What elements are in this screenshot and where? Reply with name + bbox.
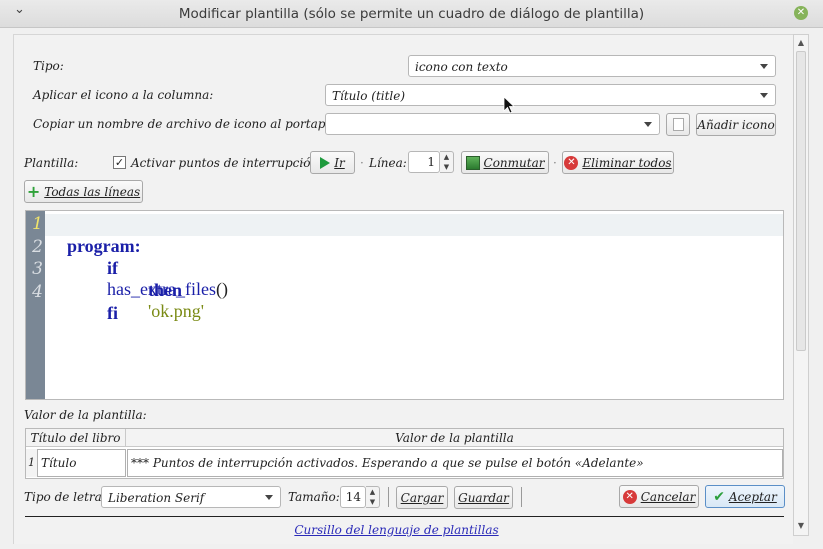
size-label: Tamaño: xyxy=(288,490,340,504)
mouse-cursor-icon xyxy=(503,96,515,114)
load-label: Cargar xyxy=(400,490,444,505)
font-label: Tipo de letra: xyxy=(24,490,106,504)
all-lines-label: Todas las líneas xyxy=(44,184,141,199)
tutorial-link[interactable]: Cursillo del lenguaje de plantillas xyxy=(294,523,498,537)
plantilla-label: Plantilla: xyxy=(24,156,79,170)
font-value: Liberation Serif xyxy=(108,491,205,505)
line-number-input[interactable]: 1 xyxy=(408,151,440,173)
tutorial-link-row: Cursillo del lenguaje de plantillas xyxy=(0,523,793,539)
code-keyword: if xyxy=(107,258,118,278)
tipo-label: Tipo: xyxy=(33,59,64,73)
separator-dot: · xyxy=(301,156,305,170)
row-book-title-cell[interactable]: Título xyxy=(37,449,126,477)
copy-to-clipboard-button[interactable] xyxy=(666,113,690,136)
cancel-label: Cancelar xyxy=(640,489,696,504)
template-values-table: Título del libro Valor de la plantilla 1… xyxy=(25,428,784,479)
play-icon xyxy=(320,156,331,169)
load-button[interactable]: Cargar xyxy=(396,486,448,509)
current-line-highlight xyxy=(45,214,783,236)
line-number: 3 xyxy=(32,259,43,279)
aplicar-label: Aplicar el icono a la columna: xyxy=(33,88,214,102)
remove-all-breakpoints-button[interactable]: ✕ Eliminar todos xyxy=(562,151,674,174)
divider xyxy=(25,516,784,517)
remove-icon: ✕ xyxy=(564,155,579,170)
scroll-up-icon[interactable]: ▲ xyxy=(794,36,808,50)
toggle-label: Conmutar xyxy=(483,155,545,170)
copiar-label: Copiar un nombre de archivo de icono al … xyxy=(33,117,365,131)
scroll-down-icon[interactable]: ▼ xyxy=(794,519,808,533)
icon-file-combo[interactable] xyxy=(325,113,660,135)
font-combo[interactable]: Liberation Serif xyxy=(101,486,281,508)
breakpoints-checkbox-label: Activar puntos de interrupción xyxy=(131,156,319,170)
cancel-button[interactable]: ✕ Cancelar xyxy=(619,485,699,508)
chevron-down-icon xyxy=(760,64,768,69)
aplicar-combo[interactable]: Título (title) xyxy=(325,84,776,106)
code-keyword: fi xyxy=(107,303,118,323)
separator-dot: · xyxy=(553,156,557,170)
code-line-3: then 'ok.png' xyxy=(130,259,204,343)
title-bar: ⌄ Modificar plantilla (sólo se permite u… xyxy=(0,0,823,28)
line-number-stepper[interactable]: ▲ ▼ xyxy=(440,151,454,173)
all-lines-button[interactable]: + Todas las líneas xyxy=(24,180,143,203)
window-title: Modificar plantilla (sólo se permite un … xyxy=(178,6,645,22)
cancel-icon: ✕ xyxy=(622,489,637,504)
accept-label: Aceptar xyxy=(728,489,777,504)
code-parens: () xyxy=(215,279,228,299)
template-value-label: Valor de la plantilla: xyxy=(24,408,147,422)
row-index: 1 xyxy=(26,449,37,477)
code-line-4: fi xyxy=(89,282,118,345)
remove-all-label: Eliminar todos xyxy=(582,155,672,170)
line-number: 1 xyxy=(32,214,43,234)
save-button[interactable]: Guardar xyxy=(454,486,513,509)
font-size-stepper[interactable]: ▲ ▼ xyxy=(366,486,380,508)
add-icon-label: Añadir icono xyxy=(697,117,775,132)
line-number: 2 xyxy=(32,237,43,257)
scroll-thumb[interactable] xyxy=(796,51,806,351)
col-header-book-title[interactable]: Título del libro xyxy=(26,429,126,447)
add-icon-button[interactable]: Añadir icono xyxy=(696,113,776,136)
toggle-breakpoint-button[interactable]: Conmutar xyxy=(461,151,549,174)
toggle-icon xyxy=(465,155,480,170)
chevron-down-icon xyxy=(265,495,273,500)
aplicar-value: Título (title) xyxy=(332,89,406,103)
template-editor[interactable]: 1 2 3 4 program: if has_extra_files() th… xyxy=(25,210,784,400)
chevron-down-icon xyxy=(644,122,652,127)
col-header-template-value[interactable]: Valor de la plantilla xyxy=(126,429,783,447)
go-button[interactable]: Ir xyxy=(310,151,355,174)
code-string: 'ok.png' xyxy=(148,301,204,321)
go-label: Ir xyxy=(334,155,345,170)
checkmark-icon: ✔ xyxy=(713,488,725,505)
document-icon xyxy=(672,118,684,131)
breakpoints-checkbox[interactable]: ✓ xyxy=(113,156,126,169)
save-label: Guardar xyxy=(458,490,509,505)
line-number: 4 xyxy=(32,282,43,302)
close-icon[interactable]: ✕ xyxy=(794,6,808,20)
tipo-combo[interactable]: icono con texto xyxy=(408,55,776,77)
vertical-scrollbar[interactable]: ▲ ▼ xyxy=(793,34,809,536)
linea-label: Línea: xyxy=(369,156,407,170)
font-size-input[interactable]: 14 xyxy=(340,486,366,508)
plus-icon: + xyxy=(26,181,41,201)
separator-dot: · xyxy=(360,156,364,170)
chevron-down-icon xyxy=(760,93,768,98)
tipo-value: icono con texto xyxy=(415,60,508,74)
separator xyxy=(521,487,522,507)
accept-button[interactable]: ✔ Aceptar xyxy=(705,485,785,508)
separator xyxy=(388,487,389,507)
row-template-value-cell[interactable]: *** Puntos de interrupción activados. Es… xyxy=(127,449,783,477)
code-keyword: then xyxy=(148,280,183,300)
